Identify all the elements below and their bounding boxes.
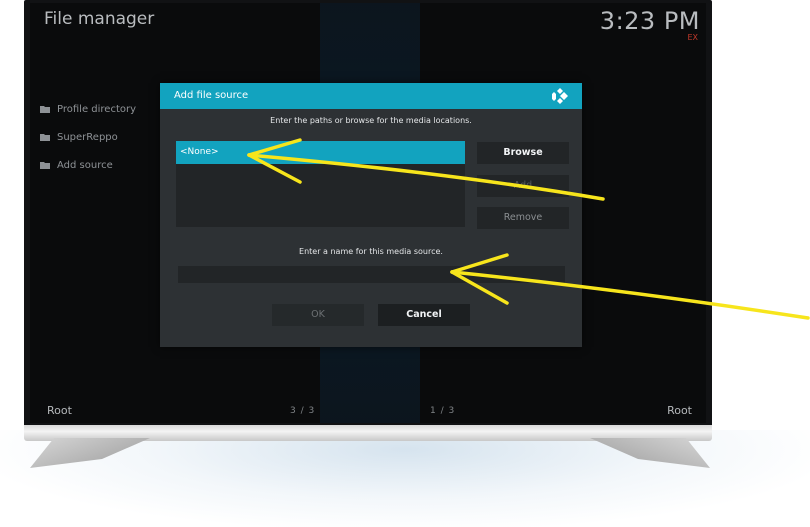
page-indicator-right: 1 / 3 xyxy=(430,406,456,416)
sidebar-item-profile-directory[interactable]: Profile directory xyxy=(40,95,136,123)
app-title: File manager xyxy=(44,9,155,29)
sidebar-item-label: SuperReppo xyxy=(57,131,118,143)
sources-list: Profile directory SuperReppo Add source xyxy=(40,95,136,179)
name-instruction: Enter a name for this media source. xyxy=(299,247,443,256)
status-badge: EX xyxy=(687,33,698,42)
sidebar-item-label: Add source xyxy=(57,159,113,171)
sidebar-item-label: Profile directory xyxy=(57,103,137,115)
folder-icon xyxy=(40,134,50,141)
tv-screen: File manager 3:23 PM EX Profile director… xyxy=(30,3,706,423)
cancel-button[interactable]: Cancel xyxy=(378,304,470,326)
footer-path-left: Root xyxy=(47,404,72,417)
paths-instruction: Enter the paths or browse for the media … xyxy=(270,116,472,125)
path-item-none[interactable]: <None> xyxy=(176,141,465,164)
clock: 3:23 PM xyxy=(599,7,700,35)
sidebar-item-superreppo[interactable]: SuperReppo xyxy=(40,123,136,151)
source-name-input[interactable] xyxy=(178,266,565,283)
add-button[interactable]: Add xyxy=(477,175,569,197)
browse-button[interactable]: Browse xyxy=(477,142,569,164)
footer-path-right: Root xyxy=(667,404,692,417)
sidebar-item-add-source[interactable]: Add source xyxy=(40,151,136,179)
remove-button[interactable]: Remove xyxy=(477,207,569,229)
add-file-source-dialog: Add file source Enter the paths or brows… xyxy=(160,83,582,347)
ok-button[interactable]: OK xyxy=(272,304,364,326)
page-indicator-left: 3 / 3 xyxy=(290,406,316,416)
paths-list: <None> xyxy=(176,141,465,227)
kodi-logo-icon xyxy=(552,88,568,104)
dialog-title: Add file source xyxy=(174,90,249,101)
dialog-header: Add file source xyxy=(160,83,582,109)
folder-icon xyxy=(40,106,50,113)
folder-icon xyxy=(40,162,50,169)
